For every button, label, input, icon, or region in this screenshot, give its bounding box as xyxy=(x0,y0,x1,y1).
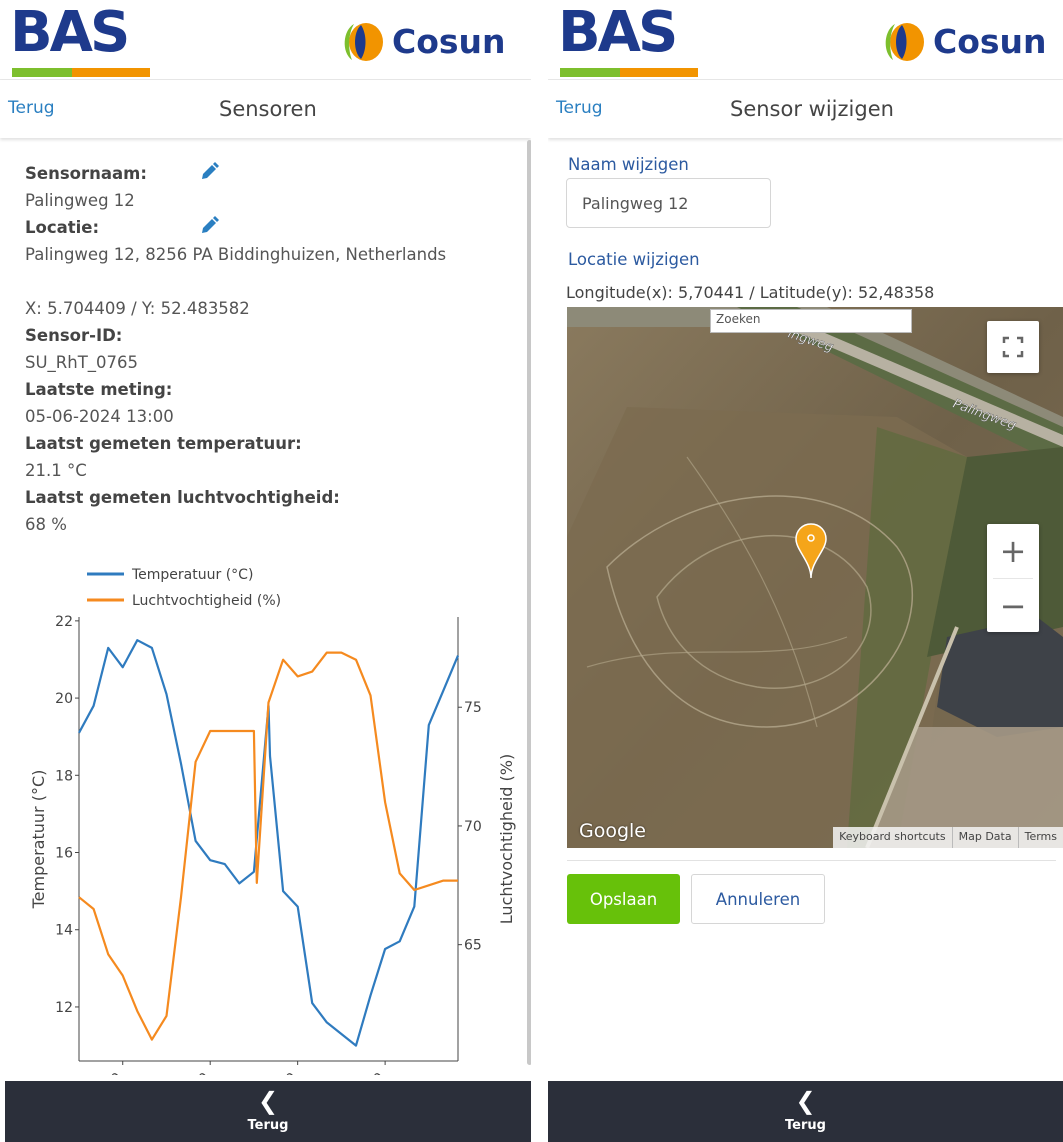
zoom-controls: + − xyxy=(987,524,1039,632)
coordinates-readout: Longitude(x): 5,70441 / Latitude(y): 52,… xyxy=(566,283,935,302)
logo-bar-orange xyxy=(620,68,698,77)
y-right-tick-label: 65 xyxy=(464,938,482,954)
footer-back-label: Terug xyxy=(247,1118,289,1133)
x-tick-label-line: 06:00 xyxy=(259,1070,300,1075)
terms-link[interactable]: Terms xyxy=(1017,827,1063,848)
x-tick-label: 18:004, 2024 xyxy=(74,1070,136,1075)
last-measurement-value: 05-06-2024 13:00 xyxy=(25,407,174,426)
map[interactable]: Palingweg ingweg Zoeken + − Google Keybo… xyxy=(567,307,1063,848)
chart-lines xyxy=(78,639,460,1047)
chevron-left-icon: ❮ xyxy=(795,1087,816,1115)
map-pin-icon[interactable] xyxy=(794,522,828,580)
cosun-logo-text: Cosun xyxy=(933,22,1047,61)
y-left-tick-label: 18 xyxy=(55,768,73,784)
bas-logo-text: BAS xyxy=(558,0,678,65)
chart-axes: 12 14 16 18 20 22 65 70 75 18:004, 2024 00:005, 20… xyxy=(29,614,516,1075)
y-right-tick-label: 70 xyxy=(464,819,482,835)
location-field-label: Locatie wijzigen xyxy=(568,250,700,269)
keyboard-shortcuts-link[interactable]: Keyboard shortcuts xyxy=(833,827,952,848)
coordinates-value: X: 5.704409 / Y: 52.483582 xyxy=(25,299,250,318)
x-tick-label: 00:005, 2024 xyxy=(162,1070,224,1075)
y-left-tick-label: 14 xyxy=(55,923,73,939)
sensor-chart: Temperatuur (°C)Luchtvochtigheid (%) 121… xyxy=(29,567,516,1075)
page-title: Sensoren xyxy=(219,97,317,121)
last-humidity-value: 68 % xyxy=(25,515,67,534)
footer-back-button[interactable]: ❮ Terug xyxy=(548,1081,1063,1142)
sensor-details-panel: BAS Cosun Terug Sensoren Sensornaam: Pal… xyxy=(0,0,531,1142)
map-data-link[interactable]: Map Data xyxy=(951,827,1018,848)
x-tick-label-line: 18:00 xyxy=(84,1070,125,1075)
y-left-tick-label: 12 xyxy=(55,1000,73,1016)
app-header: BAS Cosun xyxy=(548,0,1063,80)
map-search-input[interactable]: Zoeken xyxy=(710,309,912,333)
y-axis-right-title: Luchtvochtigheid (%) xyxy=(497,754,516,924)
y-left-tick-label: 16 xyxy=(55,846,73,862)
nav-bar: Terug Sensoren xyxy=(0,80,531,138)
back-link[interactable]: Terug xyxy=(8,98,55,118)
logo-bar-orange xyxy=(72,68,150,77)
zoom-in-button[interactable]: + xyxy=(987,524,1039,578)
series-line-humidity xyxy=(78,651,458,1041)
nav-bar: Terug Sensor wijzigen xyxy=(548,80,1063,138)
panel-gutter xyxy=(531,0,548,1142)
bas-logo: BAS xyxy=(10,0,155,78)
sensor-id-value: SU_RhT_0765 xyxy=(25,353,139,372)
x-tick-label-line: 00:00 xyxy=(172,1070,213,1075)
name-field-label: Naam wijzigen xyxy=(568,155,689,174)
location-label: Locatie: xyxy=(25,218,100,237)
footer-back-button[interactable]: ❮ Terug xyxy=(5,1081,531,1142)
x-tick-label: 12:00 xyxy=(346,1070,387,1075)
legend-label-humidity: Luchtvochtigheid (%) xyxy=(132,593,281,609)
x-tick-label-line: 12:00 xyxy=(346,1070,387,1075)
sensor-info: Sensornaam: Palingweg 12 Locatie: Paling… xyxy=(25,160,505,538)
zoom-out-button[interactable]: − xyxy=(987,579,1039,632)
fullscreen-icon xyxy=(1002,336,1024,358)
y-left-tick-label: 22 xyxy=(55,614,73,630)
cosun-logo-mark xyxy=(885,23,924,61)
y-right-tick-label: 75 xyxy=(464,700,482,716)
last-humidity-label: Laatst gemeten luchtvochtigheid: xyxy=(25,488,340,507)
sensor-id-label: Sensor-ID: xyxy=(25,326,123,345)
bas-logo-text: BAS xyxy=(10,0,130,65)
y-left-tick-label: 20 xyxy=(55,691,73,707)
location-value: Palingweg 12, 8256 PA Biddinghuizen, Net… xyxy=(25,245,447,264)
sensor-name-label: Sensornaam: xyxy=(25,164,147,183)
sensor-edit-panel: BAS Cosun Terug Sensor wijzigen Naam wij… xyxy=(548,0,1063,1142)
app-header: BAS Cosun xyxy=(0,0,531,80)
fullscreen-button[interactable] xyxy=(987,321,1039,373)
footer-back-label: Terug xyxy=(785,1118,826,1133)
chevron-left-icon: ❮ xyxy=(257,1087,279,1115)
cosun-logo-text: Cosun xyxy=(392,22,506,61)
sensor-name-value: Palingweg 12 xyxy=(25,191,135,210)
logo-bar-green xyxy=(560,68,620,77)
page-title: Sensor wijzigen xyxy=(730,97,894,121)
legend-label-temperature: Temperatuur (°C) xyxy=(131,567,253,583)
google-logo: Google xyxy=(579,820,647,842)
edit-name-pencil-icon[interactable] xyxy=(199,162,219,182)
back-link[interactable]: Terug xyxy=(556,98,603,118)
save-button[interactable]: Opslaan xyxy=(567,874,680,924)
last-measurement-label: Laatste meting: xyxy=(25,380,173,399)
name-input[interactable] xyxy=(566,178,771,228)
chart-legend: Temperatuur (°C) Luchtvochtigheid (%) xyxy=(87,567,281,609)
cosun-logo-mark xyxy=(344,23,383,61)
cancel-button[interactable]: Annuleren xyxy=(691,874,825,924)
edit-location-pencil-icon[interactable] xyxy=(199,216,219,236)
map-attribution: Keyboard shortcuts Map Data Terms xyxy=(833,827,1063,848)
bas-logo: BAS xyxy=(558,0,703,78)
last-temperature-label: Laatst gemeten temperatuur: xyxy=(25,434,302,453)
logo-bar-green xyxy=(12,68,72,77)
last-temperature-value: 21.1 °C xyxy=(25,461,87,480)
y-axis-left-title: Temperatuur (°C) xyxy=(29,770,48,910)
x-tick-label: 06:00 xyxy=(259,1070,300,1075)
divider xyxy=(567,860,1056,861)
